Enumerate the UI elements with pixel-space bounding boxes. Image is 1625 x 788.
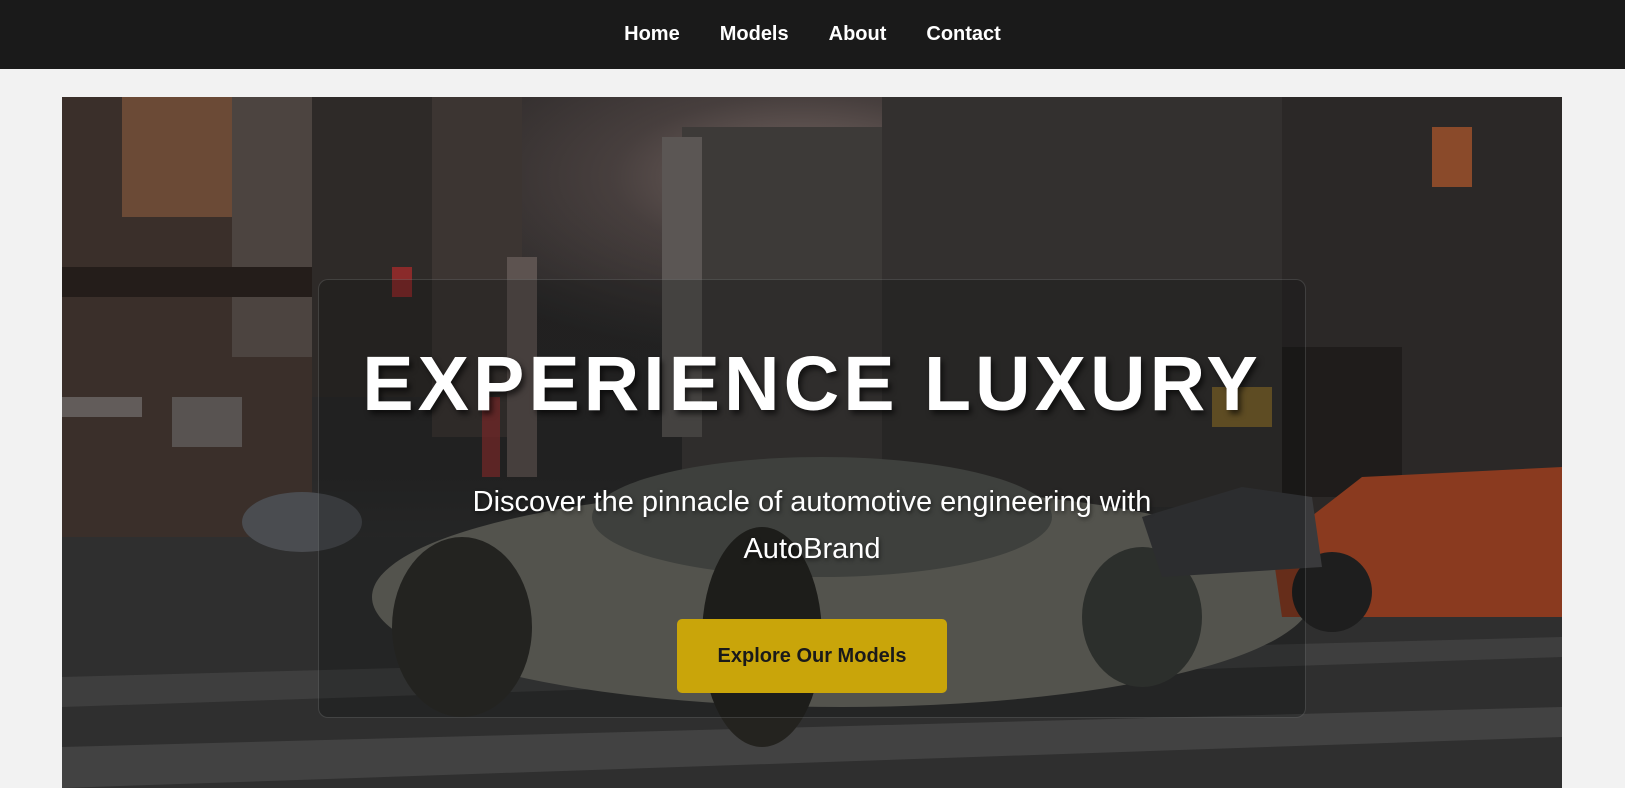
hero-content-card: EXPERIENCE LUXURY Discover the pinnacle … (318, 279, 1306, 718)
hero-title: EXPERIENCE LUXURY (362, 341, 1262, 427)
nav-home-link[interactable]: Home (624, 23, 680, 46)
hero-section: EXPERIENCE LUXURY Discover the pinnacle … (62, 97, 1562, 788)
top-navigation: Home Models About Contact (0, 0, 1625, 69)
nav-models-link[interactable]: Models (720, 23, 789, 46)
hero-subtitle: Discover the pinnacle of automotive engi… (472, 486, 1152, 565)
nav-about-link[interactable]: About (829, 23, 887, 46)
explore-models-button[interactable]: Explore Our Models (677, 619, 947, 693)
nav-contact-link[interactable]: Contact (926, 23, 1000, 46)
